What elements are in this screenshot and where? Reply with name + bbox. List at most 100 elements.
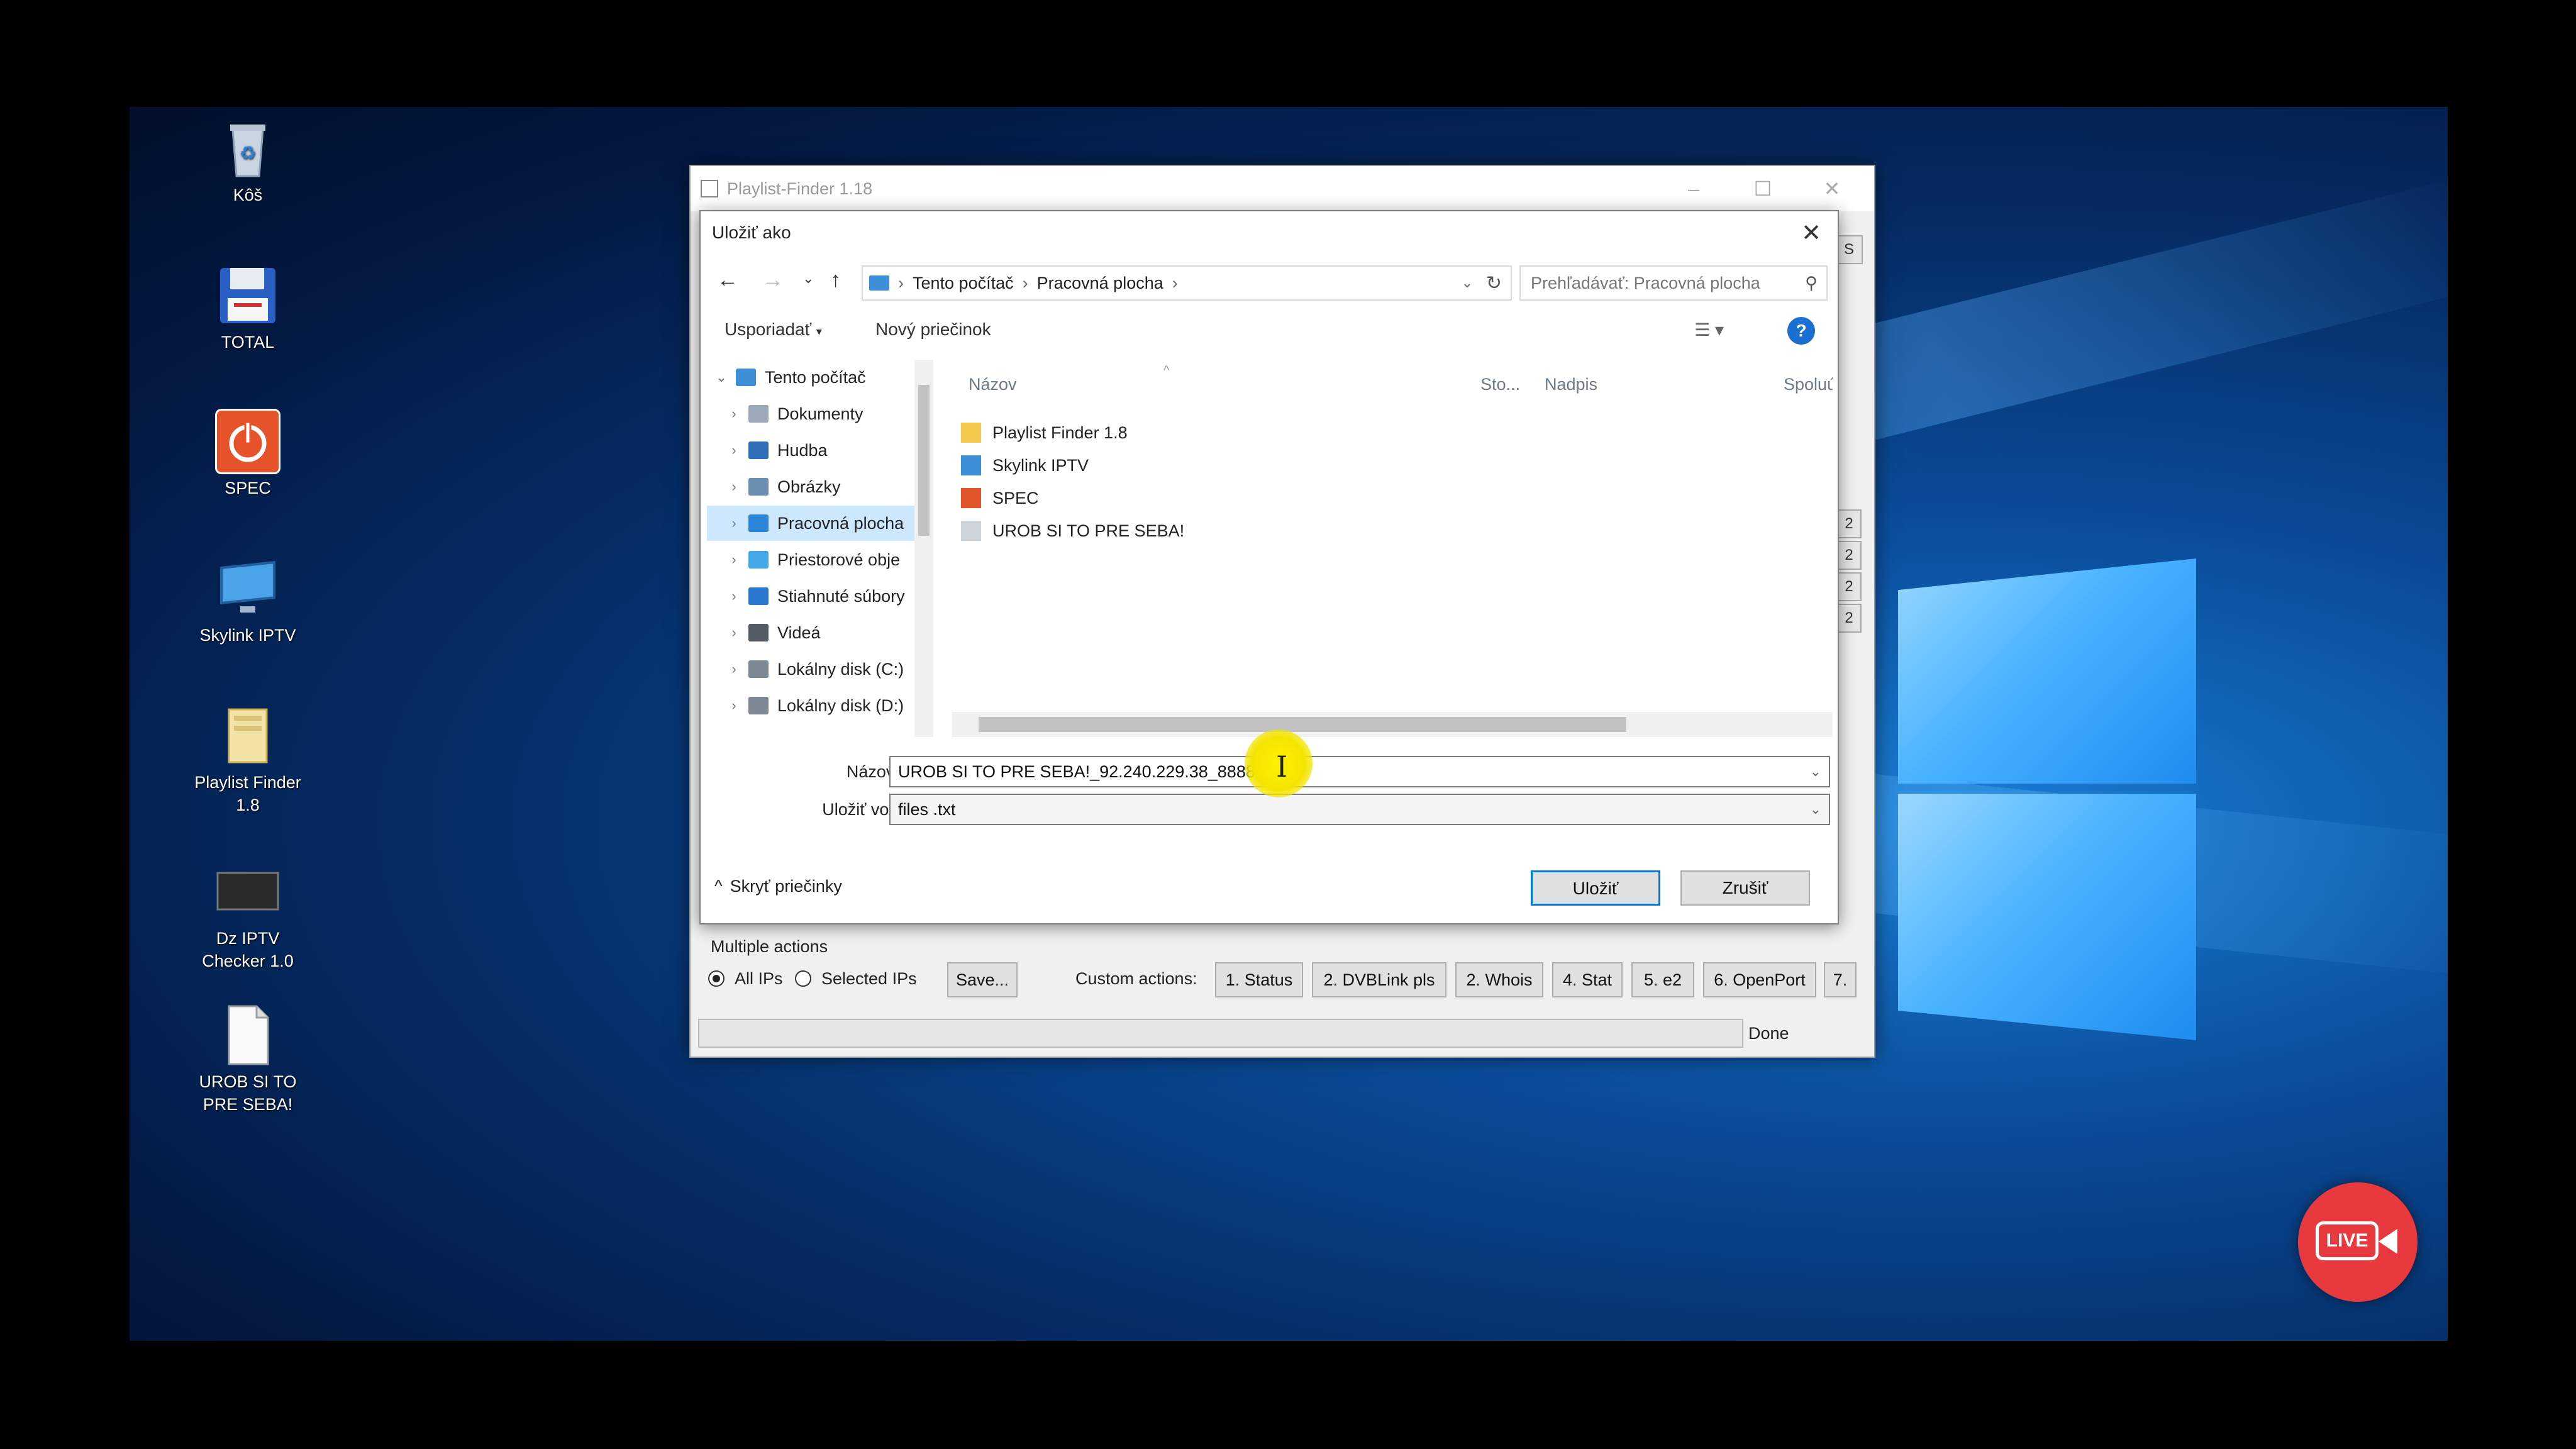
pictures-icon (748, 478, 769, 496)
floppy-disk-icon (215, 263, 280, 328)
horizontal-scrollbar[interactable] (952, 712, 1833, 737)
desktop-icon-recycle-bin[interactable]: ♻ Kôš (185, 116, 311, 206)
app-title: Playlist-Finder 1.18 (727, 179, 873, 198)
videos-icon (748, 624, 769, 641)
all-ips-radio[interactable] (708, 970, 724, 987)
action-e2-button[interactable]: 5. e2 (1631, 962, 1694, 997)
text-cursor-icon: I (1276, 750, 1288, 784)
side-label: 2 (1836, 541, 1862, 570)
action-7-button[interactable]: 7. (1824, 962, 1857, 997)
tree-item-documents[interactable]: › Dokumenty (707, 396, 916, 431)
address-bar[interactable]: › Tento počítač › Pracovná plocha › ⌄ ↻ (862, 265, 1512, 301)
dialog-close-button[interactable]: ✕ (1801, 219, 1821, 247)
tree-item-videos[interactable]: › Videá (707, 615, 916, 650)
up-arrow-icon[interactable]: ↑ (830, 268, 841, 292)
drive-d-icon (748, 697, 769, 714)
tree-item-music[interactable]: › Hudba (707, 433, 916, 468)
collapsed-chevron-icon[interactable]: › (719, 479, 748, 495)
camera-icon (2379, 1229, 2397, 1254)
filename-dropdown-chevron-icon[interactable]: ⌄ (1810, 757, 1821, 786)
forward-arrow-icon[interactable]: → (762, 268, 784, 292)
column-header-size[interactable]: Sto... (1480, 375, 1520, 394)
breadcrumb-desktop[interactable]: Pracovná plocha (1037, 274, 1163, 293)
refresh-icon[interactable]: ↻ (1486, 272, 1502, 294)
file-row[interactable]: Skylink IPTV (961, 449, 1089, 482)
desktop-icon-skylink[interactable]: Skylink IPTV (185, 556, 311, 647)
column-header-artists[interactable]: Spoluúčinkujúci (1784, 375, 1833, 394)
action-stat-button[interactable]: 4. Stat (1552, 962, 1623, 997)
file-row[interactable]: UROB SI TO PRE SEBA! (961, 514, 1184, 547)
documents-icon (748, 405, 769, 423)
desktop-icon-total[interactable]: TOTAL (185, 263, 311, 353)
expanded-chevron-icon[interactable]: ⌄ (707, 369, 736, 386)
maximize-button[interactable]: ☐ (1728, 172, 1797, 205)
file-row[interactable]: SPEC (961, 482, 1039, 514)
action-whois-button[interactable]: 2. Whois (1455, 962, 1543, 997)
minimize-button[interactable]: – (1659, 172, 1728, 205)
window-close-button[interactable]: ✕ (1797, 172, 1867, 205)
save-as-dialog: Uložiť ako ✕ ← → ⌄ ↑ › Tento počítač › P… (699, 210, 1839, 924)
selected-ips-label: Selected IPs (821, 969, 917, 988)
new-folder-button[interactable]: Nový priečinok (875, 319, 991, 340)
monitor-icon (215, 556, 280, 621)
music-icon (748, 441, 769, 459)
tree-item-downloads[interactable]: › Stiahnuté súbory (707, 579, 916, 614)
app-icon (701, 180, 718, 197)
cancel-button[interactable]: Zrušiť (1680, 870, 1810, 906)
collapsed-chevron-icon[interactable]: › (719, 552, 748, 568)
progress-bar (698, 1019, 1743, 1048)
address-dropdown-chevron-icon[interactable]: ⌄ (1462, 275, 1473, 291)
computer-icon (736, 369, 756, 386)
hide-folders-button[interactable]: ^ Skryť priečinky (714, 877, 842, 896)
collapsed-chevron-icon[interactable]: › (719, 625, 748, 641)
tree-item-pictures[interactable]: › Obrázky (707, 469, 916, 504)
tree-item-this-pc[interactable]: ⌄ Tento počítač (707, 360, 916, 395)
format-select[interactable]: files .txt ⌄ (889, 794, 1830, 825)
desktop-icon-playlist-finder[interactable]: Playlist Finder 1.8 (185, 703, 311, 816)
dialog-title: Uložiť ako (712, 223, 791, 242)
help-icon[interactable]: ? (1787, 317, 1815, 345)
tree-item-3d-objects[interactable]: › Priestorové obje (707, 542, 916, 577)
collapsed-chevron-icon[interactable]: › (719, 661, 748, 677)
action-openport-button[interactable]: 6. OpenPort (1703, 962, 1816, 997)
view-options-icon[interactable]: ☰ ▾ (1694, 319, 1724, 340)
breadcrumb-this-pc[interactable]: Tento počítač (913, 274, 1014, 293)
format-dropdown-chevron-icon[interactable]: ⌄ (1810, 795, 1821, 824)
svg-text:♻: ♻ (240, 143, 257, 164)
tree-item-desktop[interactable]: › Pracovná plocha (707, 506, 916, 541)
collapsed-chevron-icon[interactable]: › (719, 588, 748, 604)
selected-ips-radio[interactable] (795, 970, 811, 987)
back-arrow-icon[interactable]: ← (717, 268, 738, 292)
side-label: 2 (1836, 572, 1862, 601)
desktop-icon (748, 514, 769, 532)
collapsed-chevron-icon[interactable]: › (719, 406, 748, 422)
organize-button[interactable]: Usporiadať ▾ (724, 319, 822, 340)
column-header-name[interactable]: Názov (969, 375, 1017, 394)
desktop-icon-dz-iptv-checker[interactable]: Dz IPTV Checker 1.0 (185, 859, 311, 972)
action-status-button[interactable]: 1. Status (1215, 962, 1303, 997)
desktop-icon-urob-si-to[interactable]: UROB SI TO PRE SEBA! (185, 1002, 311, 1116)
dropdown-triangle-icon: ▾ (816, 325, 822, 338)
monitor-icon (961, 455, 981, 475)
action-dvblink-button[interactable]: 2. DVBLink pls (1312, 962, 1446, 997)
tree-item-drive-c[interactable]: › Lokálny disk (C:) (707, 652, 916, 687)
save-button[interactable]: Uložiť (1531, 870, 1660, 906)
recent-locations-chevron-icon[interactable]: ⌄ (802, 270, 814, 287)
filename-input[interactable]: UROB SI TO PRE SEBA!_92.240.229.38_8888 … (889, 756, 1830, 787)
column-header-title[interactable]: Nadpis (1545, 375, 1597, 394)
collapsed-chevron-icon[interactable]: › (719, 442, 748, 458)
side-label: 2 (1836, 604, 1862, 633)
text-file-icon (961, 521, 981, 541)
navigation-scrollbar[interactable] (914, 360, 933, 737)
save-ips-button[interactable]: Save... (947, 962, 1018, 997)
breadcrumb-separator-icon: › (1022, 273, 1028, 292)
side-label: 2 (1836, 509, 1862, 538)
live-badge: LIVE (2298, 1182, 2418, 1302)
search-icon: ⚲ (1805, 274, 1818, 292)
collapsed-chevron-icon[interactable]: › (719, 697, 748, 714)
collapsed-chevron-icon[interactable]: › (719, 515, 748, 531)
tree-item-drive-d[interactable]: › Lokálny disk (D:) (707, 688, 916, 723)
desktop-icon-spec[interactable]: SPEC (185, 409, 311, 499)
search-input[interactable]: Prehľadávať: Pracovná plocha ⚲ (1519, 265, 1828, 301)
file-row[interactable]: Playlist Finder 1.8 (961, 416, 1128, 449)
